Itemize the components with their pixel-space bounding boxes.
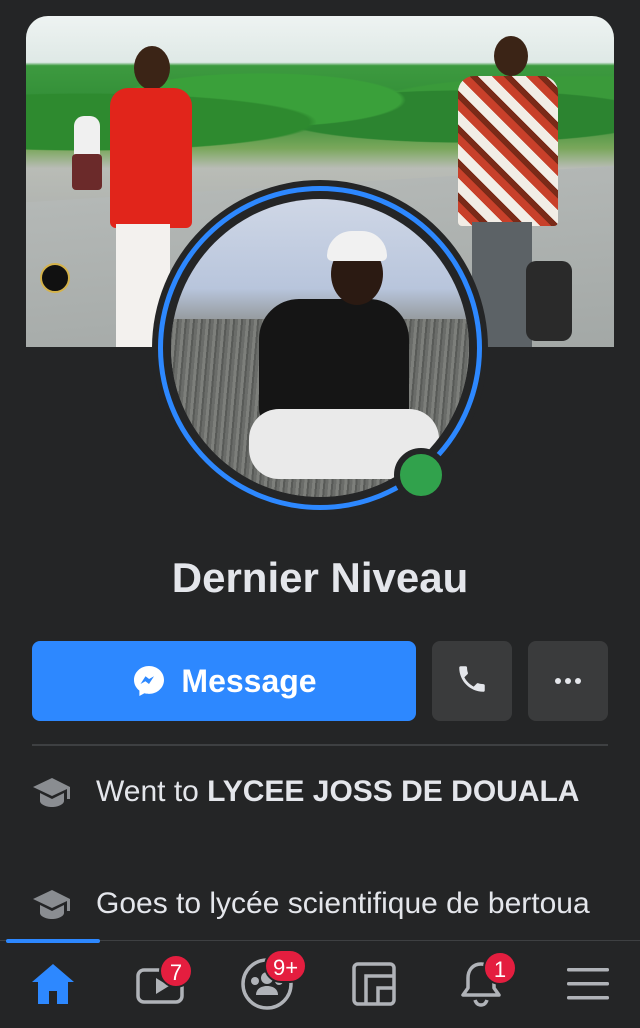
home-icon (29, 961, 77, 1012)
education-cap-icon (32, 884, 96, 940)
notifications-badge: 1 (483, 950, 517, 985)
groups-badge: 9+ (264, 948, 308, 983)
profile-name: Dernier Niveau (171, 554, 469, 601)
pages-icon (350, 960, 398, 1013)
video-icon: 7 (135, 953, 193, 1011)
tab-watch[interactable]: 7 (122, 953, 198, 1018)
phone-icon (455, 662, 489, 701)
groups-icon: 9+ (240, 948, 308, 1016)
tab-notifications[interactable]: 1 (443, 950, 519, 1018)
bottom-tab-bar (0, 940, 640, 1028)
tab-pages[interactable] (336, 954, 412, 1018)
watch-badge: 7 (159, 953, 193, 988)
messenger-icon (131, 663, 167, 699)
about-education-row: Went to LYCEE JOSS DE DOUALA (32, 772, 608, 815)
bell-icon: 1 (457, 950, 517, 1014)
cover-watermark-logo (40, 263, 70, 293)
message-button-label: Message (181, 662, 317, 699)
tab-menu[interactable] (550, 954, 626, 1018)
online-status-dot (394, 448, 448, 502)
divider (32, 744, 608, 746)
more-options-button[interactable] (528, 641, 608, 721)
menu-icon (565, 964, 611, 1009)
education-cap-icon (32, 772, 96, 815)
more-dots-icon (553, 672, 583, 690)
about-education-text: Went to LYCEE JOSS DE DOUALA (96, 775, 580, 808)
tab-home[interactable] (15, 954, 91, 1018)
about-education-text: Goes to lycée scientifique de bertoua (96, 887, 590, 920)
tab-groups[interactable]: 9+ (229, 948, 308, 1018)
active-tab-indicator (6, 939, 100, 943)
about-education-row: Goes to lycée scientifique de bertoua (32, 884, 608, 940)
call-button[interactable] (432, 641, 512, 721)
message-button[interactable]: Message (32, 641, 416, 721)
